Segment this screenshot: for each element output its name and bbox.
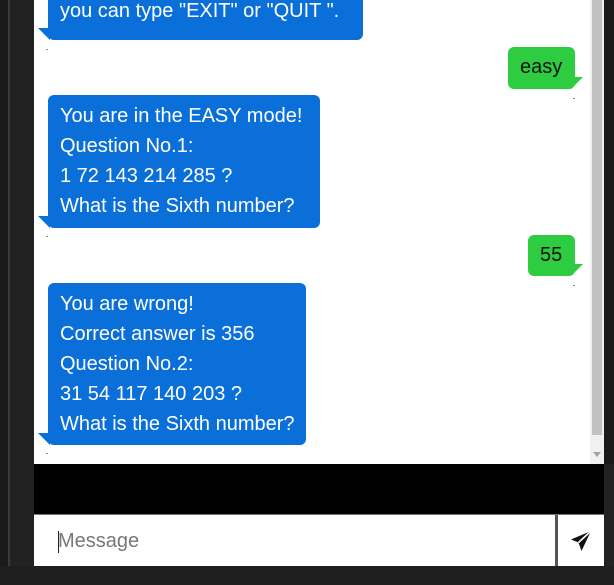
- chat-footer-spacer: [34, 464, 604, 514]
- timestamp-mark: [46, 236, 48, 237]
- timestamp-mark: [573, 285, 575, 286]
- window-frame-line: [8, 0, 10, 585]
- chat-message-area[interactable]: you can type "EXIT" or "QUIT ". easy You…: [34, 0, 590, 464]
- window-frame-right: [604, 0, 614, 464]
- message-line: You are in the EASY mode!: [60, 105, 303, 127]
- bot-message-bubble: You are in the EASY mode! Question No.1:…: [48, 95, 320, 228]
- message-line: 1 72 143 214 285 ?: [60, 165, 233, 187]
- message-line: Question No.1:: [60, 135, 194, 157]
- timestamp-mark: [573, 98, 575, 99]
- message-line: Question No.2:: [60, 353, 194, 375]
- user-message-bubble: easy: [508, 47, 575, 89]
- paper-plane-icon: [571, 530, 592, 551]
- window-frame-bottom: [0, 566, 614, 585]
- message-line: easy: [520, 56, 563, 78]
- user-message-bubble: 55: [528, 235, 575, 276]
- message-input[interactable]: [34, 515, 555, 567]
- message-line: What is the Sixth number?: [60, 195, 295, 217]
- timestamp-mark: [46, 49, 48, 50]
- bot-bubble-tail: [38, 216, 50, 228]
- timestamp-mark: [46, 453, 48, 454]
- bot-message-bubble: You are wrong! Correct answer is 356 Que…: [48, 283, 306, 445]
- user-bubble-tail: [571, 264, 583, 276]
- send-button[interactable]: [558, 515, 604, 567]
- message-line: you can type "EXIT" or "QUIT ".: [60, 0, 340, 22]
- bot-bubble-tail: [38, 433, 50, 445]
- message-composer: [34, 514, 604, 567]
- text-caret: [58, 531, 59, 553]
- user-bubble-tail: [571, 77, 583, 89]
- bot-message-bubble: you can type "EXIT" or "QUIT ".: [48, 0, 363, 40]
- scroll-down-arrow-icon[interactable]: [593, 452, 601, 457]
- message-line: 55: [540, 244, 563, 266]
- message-line: Correct answer is 356: [60, 323, 255, 345]
- message-line: What is the Sixth number?: [60, 413, 295, 435]
- message-line: 31 54 117 140 203 ?: [60, 383, 243, 405]
- message-line: You are wrong!: [60, 293, 194, 315]
- chat-scrollbar[interactable]: [590, 0, 604, 464]
- scrollbar-thumb[interactable]: [592, 0, 602, 435]
- bot-bubble-tail: [38, 28, 50, 40]
